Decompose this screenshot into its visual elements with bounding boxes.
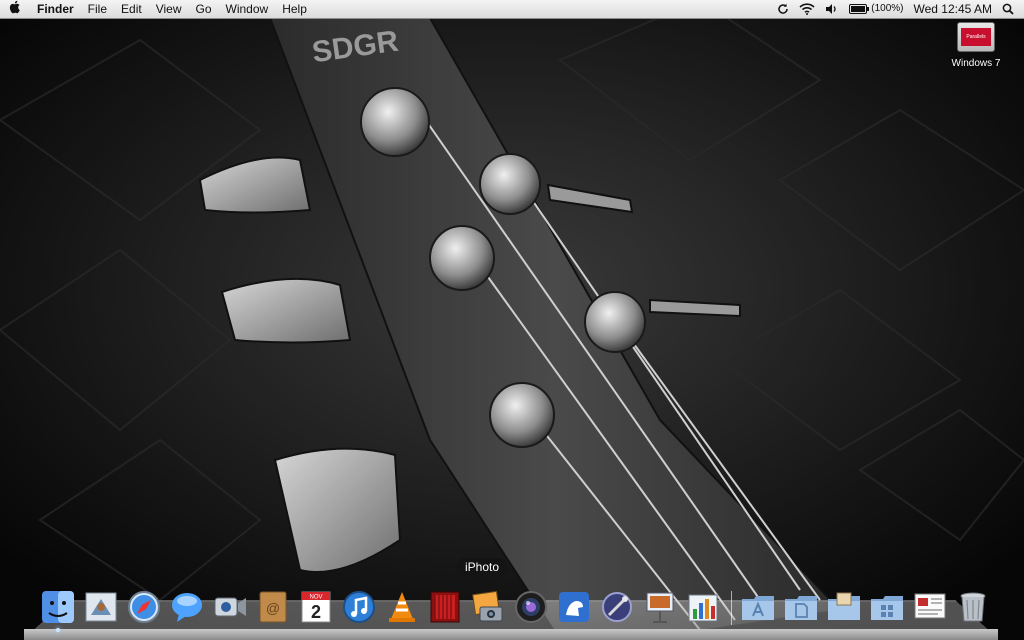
- wifi-icon[interactable]: [794, 3, 820, 15]
- facetime-icon[interactable]: [210, 587, 250, 627]
- dock-tooltip: iPhoto: [456, 558, 509, 581]
- battery-percent: (100%): [871, 3, 904, 14]
- running-indicator: [56, 628, 60, 632]
- svg-text:@: @: [266, 600, 280, 616]
- vlc-icon[interactable]: [382, 587, 422, 627]
- address-book-icon[interactable]: @: [253, 587, 293, 627]
- cyberduck-icon[interactable]: [554, 587, 594, 627]
- menu-file[interactable]: File: [81, 0, 114, 18]
- apple-logo-icon[interactable]: [0, 0, 30, 18]
- menu-edit[interactable]: Edit: [114, 0, 149, 18]
- trash-icon[interactable]: [953, 587, 993, 627]
- parallels-vm-icon: Parallels: [957, 22, 995, 52]
- menu-view[interactable]: View: [149, 0, 189, 18]
- menu-window[interactable]: Window: [219, 0, 276, 18]
- ical-month: NOV: [309, 595, 322, 601]
- finder-icon[interactable]: [38, 587, 78, 632]
- preview-document-icon[interactable]: [910, 587, 950, 627]
- desktop-icon-windows-7[interactable]: Parallels Windows 7: [944, 22, 1008, 69]
- spotlight-search-icon[interactable]: [997, 3, 1024, 15]
- numbers-icon[interactable]: [683, 587, 723, 627]
- menu-clock[interactable]: Wed 12:45 AM: [909, 0, 998, 18]
- menu-bar: Finder File Edit View Go Window Help (10…: [0, 0, 1024, 19]
- battery-status[interactable]: (100%): [844, 0, 908, 18]
- dock: @ NOV 2: [38, 583, 996, 632]
- ical-date: 2: [311, 602, 321, 622]
- safari-icon[interactable]: [124, 587, 164, 627]
- menu-finder[interactable]: Finder: [30, 0, 81, 18]
- menu-go[interactable]: Go: [189, 0, 219, 18]
- keynote-icon[interactable]: [640, 587, 680, 627]
- photo-booth-icon[interactable]: [425, 587, 465, 627]
- volume-icon[interactable]: [820, 3, 844, 15]
- applications-folder-icon[interactable]: [738, 587, 778, 627]
- iphoto-icon[interactable]: [468, 587, 508, 627]
- sync-icon[interactable]: [772, 3, 794, 15]
- menu-help[interactable]: Help: [275, 0, 314, 18]
- dock-separator: [726, 587, 738, 627]
- dock-base: [24, 629, 998, 640]
- aperture-icon[interactable]: [511, 587, 551, 627]
- ical-icon[interactable]: NOV 2: [296, 587, 336, 627]
- mail-icon[interactable]: [81, 587, 121, 627]
- ichat-icon[interactable]: [167, 587, 207, 627]
- battery-icon: [849, 4, 870, 14]
- desktop-icon-label: Windows 7: [951, 58, 1001, 69]
- automator-icon[interactable]: [597, 587, 637, 627]
- windows-folder-icon[interactable]: [867, 587, 907, 627]
- downloads-folder-icon[interactable]: [824, 587, 864, 627]
- parallels-badge: Parallels: [961, 28, 991, 46]
- documents-folder-icon[interactable]: [781, 587, 821, 627]
- desktop-wallpaper: SDGR: [0, 0, 1024, 640]
- itunes-icon[interactable]: [339, 587, 379, 627]
